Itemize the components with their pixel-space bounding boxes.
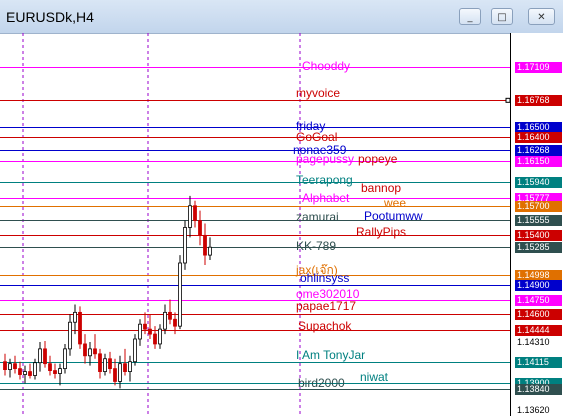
candle-37: [188, 195, 192, 238]
price-label-19: 1.14444: [515, 324, 562, 336]
hline-label-13: RallyPips: [356, 225, 407, 240]
hline-label-6: popeye: [358, 152, 398, 167]
candle-21: [108, 351, 112, 374]
price-axis: 1.17109 1.16768 1.16500 1.16400 1.16268 1.161…: [510, 33, 563, 416]
candle-38: [193, 200, 197, 228]
candle-10: [53, 363, 57, 379]
hline-label-19: Supachok: [298, 318, 352, 333]
price-label-0: 1.17109: [515, 61, 562, 73]
candle-25: [128, 355, 132, 382]
price-label-18: 1.14600: [515, 308, 562, 320]
hline-label-16: ohlinsyss: [300, 270, 350, 285]
price-label-20: 1.14115: [515, 356, 562, 368]
candle-15: [78, 306, 82, 349]
candle-11: [58, 363, 62, 386]
hline-label-9: Alphabet: [302, 191, 350, 206]
candle-30: [153, 326, 157, 349]
candle-20: [103, 353, 107, 376]
hline-label-18: papae1717: [296, 299, 357, 314]
chart-window-title: EURUSDk,H4: [6, 9, 94, 25]
hline-label-11: Pootumww: [364, 208, 423, 223]
candle-41: [208, 237, 212, 261]
hline-label-1: myvoice: [296, 86, 341, 101]
hline-label-5: pagepussy: [296, 152, 355, 167]
hline-label-21: niwat: [360, 370, 389, 385]
candle-5: [28, 363, 32, 379]
candle-9: [48, 355, 52, 376]
candle-36: [183, 220, 187, 270]
price-label-5: 1.16150: [515, 155, 562, 167]
hline-label-20: I Am TonyJar: [296, 348, 366, 363]
candle-18: [93, 334, 97, 359]
chart-canvas: [0, 33, 511, 416]
candle-8: [43, 340, 47, 368]
close-button[interactable]: ✕: [528, 8, 555, 25]
candle-19: [98, 348, 102, 379]
candle-1: [8, 358, 12, 378]
candle-4: [23, 365, 27, 384]
candle-29: [148, 314, 152, 340]
candle-33: [168, 299, 172, 325]
maximize-button[interactable]: □: [491, 8, 513, 25]
candle-35: [178, 255, 182, 330]
price-label-1: 1.16768: [515, 94, 562, 106]
candle-13: [68, 314, 72, 356]
price-label-17: 1.14750: [515, 294, 562, 306]
hline-label-8: bannop: [361, 180, 402, 195]
hline-label-3: GoGoal: [296, 129, 338, 144]
hline-label-12: zamurai: [296, 210, 339, 225]
candle-12: [63, 343, 67, 374]
price-label-12: 1.15555: [515, 214, 562, 226]
axis-tick-1: 1.13620: [517, 405, 550, 416]
price-label-13: 1.15400: [515, 229, 562, 241]
candle-16: [83, 334, 87, 364]
price-label-7: 1.15940: [515, 176, 562, 188]
price-label-3: 1.16400: [515, 131, 562, 143]
candle-3: [18, 361, 22, 380]
candle-39: [198, 210, 202, 246]
price-chart[interactable]: Chooddy myvoice friday GoGoal nonae359 pagepu…: [0, 33, 563, 416]
axis-tick-0: 1.14310: [517, 336, 550, 347]
candle-26: [133, 334, 137, 366]
candle-14: [73, 304, 77, 335]
price-label-22: 1.13840: [515, 383, 562, 395]
candle-32: [163, 304, 167, 335]
candle-27: [138, 319, 142, 346]
hline-label-0: Chooddy: [302, 58, 351, 73]
minimize-button[interactable]: _: [459, 8, 481, 25]
candle-31: [158, 324, 162, 349]
hline-label-22: bird2000: [298, 376, 345, 391]
price-label-16: 1.14900: [515, 279, 562, 291]
price-label-14: 1.15285: [515, 241, 562, 253]
hline-label-7: Teerapong: [296, 173, 353, 188]
price-label-10: 1.15700: [515, 200, 562, 212]
candle-6: [33, 358, 37, 380]
candle-7: [38, 341, 42, 372]
candle-40: [203, 223, 207, 265]
window-titlebar: EURUSDk,H4 _ □ ✕: [0, 0, 563, 34]
candle-0: [3, 353, 7, 376]
candle-2: [13, 355, 17, 374]
price-label-4: 1.16268: [515, 144, 562, 156]
hline-label-14: KK-789: [296, 238, 337, 253]
